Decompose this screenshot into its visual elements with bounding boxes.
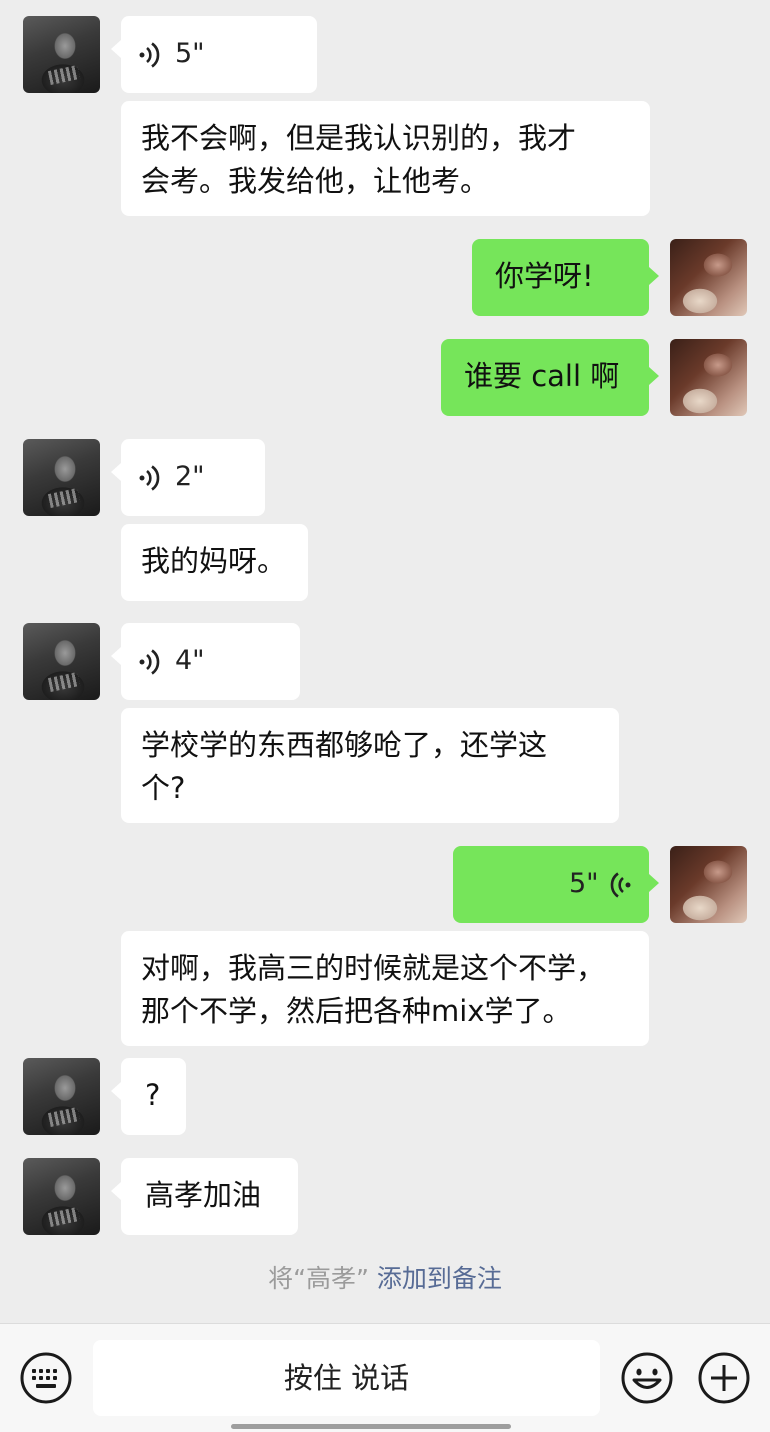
voice-message[interactable]: 5" xyxy=(111,16,317,93)
message-line: 我不会啊，但是我认识别的，我才 xyxy=(141,121,577,155)
add-remark-link[interactable]: 添加到备注 xyxy=(377,1264,502,1293)
voice-duration: 4" xyxy=(175,645,205,676)
contact-avatar[interactable] xyxy=(23,16,100,93)
message-line: 会考。我发给他，让他考。 xyxy=(141,164,490,198)
voice-wave-icon xyxy=(139,649,160,675)
voice-message[interactable]: 5" xyxy=(453,846,659,923)
message-line: 个? xyxy=(141,771,186,805)
home-indicator xyxy=(231,1424,511,1429)
contact-avatar[interactable] xyxy=(23,439,100,516)
voice-wave-icon xyxy=(139,42,160,68)
message-bubble[interactable]: 你学呀! xyxy=(472,239,659,316)
message-bubble[interactable]: 高孝加油 xyxy=(111,1158,298,1235)
contact-avatar[interactable] xyxy=(23,1158,100,1235)
plus-icon[interactable] xyxy=(697,1351,751,1405)
contact-avatar[interactable] xyxy=(23,623,100,700)
voice-duration: 2" xyxy=(175,461,205,492)
voice-wave-icon xyxy=(610,872,631,898)
input-bar: 按住 说话 xyxy=(0,1323,770,1432)
keyboard-icon[interactable] xyxy=(19,1351,73,1405)
message-line: 高孝加油 xyxy=(145,1178,262,1212)
system-notice-text: 将“高孝” xyxy=(268,1264,369,1293)
message-line: 你学呀! xyxy=(495,259,594,293)
message-line: ? xyxy=(145,1078,161,1112)
voice-message[interactable]: 4" xyxy=(111,623,300,700)
message-line: 那个不学，然后把各种mix学了。 xyxy=(141,994,572,1028)
voice-wave-icon xyxy=(139,465,160,491)
message-bubble[interactable]: 谁要 call 啊 xyxy=(441,339,659,416)
emoji-icon[interactable] xyxy=(620,1351,674,1405)
message-line: 学校学的东西都够呛了，还学这 xyxy=(141,728,548,762)
message-bubble[interactable]: 学校学的东西都够呛了，还学这 个? xyxy=(121,708,619,823)
contact-avatar[interactable] xyxy=(23,1058,100,1135)
my-avatar[interactable] xyxy=(670,846,747,923)
message-bubble[interactable]: ? xyxy=(111,1058,186,1135)
hold-to-talk-button[interactable]: 按住 说话 xyxy=(93,1340,600,1416)
voice-message[interactable]: 2" xyxy=(111,439,265,516)
system-notice: 将“高孝” 添加到备注 xyxy=(0,1261,770,1297)
voice-duration: 5" xyxy=(569,868,599,899)
voice-duration: 5" xyxy=(175,38,205,69)
my-avatar[interactable] xyxy=(670,339,747,416)
message-line: 谁要 call 啊 xyxy=(464,359,620,393)
message-line: 我的妈呀。 xyxy=(141,544,287,578)
message-bubble[interactable]: 对啊，我高三的时候就是这个不学， 那个不学，然后把各种mix学了。 xyxy=(121,931,649,1046)
message-bubble[interactable]: 我不会啊，但是我认识别的，我才 会考。我发给他，让他考。 xyxy=(121,101,650,216)
message-line: 对啊，我高三的时候就是这个不学， xyxy=(141,951,606,985)
my-avatar[interactable] xyxy=(670,239,747,316)
message-bubble[interactable]: 我的妈呀。 xyxy=(121,524,308,601)
